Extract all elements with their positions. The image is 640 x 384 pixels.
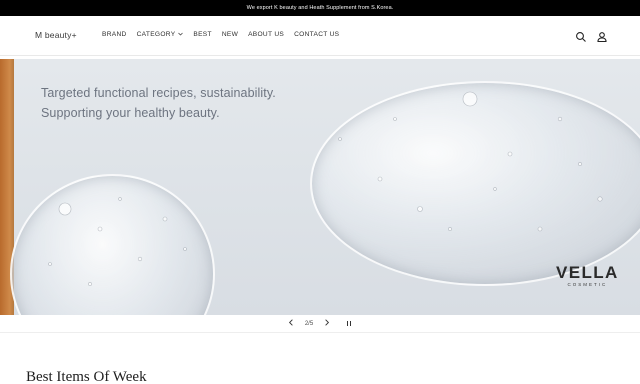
header-icons <box>575 30 608 43</box>
main-nav: BRAND CATEGORY BEST NEW ABOUT US CONTACT… <box>102 31 349 38</box>
hero-banner[interactable]: Targeted functional recipes, sustainabil… <box>0 59 640 315</box>
nav-item-new[interactable]: NEW <box>222 31 238 38</box>
nav-item-label: BRAND <box>102 31 127 38</box>
nav-item-label: CATEGORY <box>136 31 176 38</box>
nav-item-contact-us[interactable]: CONTACT US <box>294 31 339 38</box>
site-logo[interactable]: M beauty+ <box>35 30 77 40</box>
pause-icon[interactable] <box>340 321 358 326</box>
hero-headline-line2: Supporting your healthy beauty. <box>41 106 220 120</box>
brand-name: VELLA <box>556 263 619 282</box>
chevron-down-icon <box>178 32 184 38</box>
nav-item-label: CONTACT US <box>294 31 340 38</box>
hero-headline: Targeted functional recipes, sustainabil… <box>41 83 276 123</box>
chevron-left-icon[interactable] <box>282 319 300 328</box>
chevron-right-icon[interactable] <box>318 319 336 328</box>
nav-item-about-us[interactable]: ABOUT US <box>248 31 284 38</box>
site-header: M beauty+ BRAND CATEGORY BEST NEW ABOUT … <box>0 16 640 56</box>
nav-item-label: ABOUT US <box>248 31 285 38</box>
announcement-bar: We export K beauty and Heath Supplement … <box>0 0 640 16</box>
nav-item-brand[interactable]: BRAND <box>102 31 127 38</box>
nav-item-category[interactable]: CATEGORY <box>137 31 184 38</box>
nav-item-label: NEW <box>221 31 239 38</box>
nav-item-label: BEST <box>193 31 212 38</box>
slideshow-controls: 2/5 <box>0 315 640 333</box>
user-icon[interactable] <box>596 30 608 43</box>
brand-logo: VELLA COSMETIC <box>556 263 619 287</box>
search-icon[interactable] <box>575 30 587 42</box>
hero-headline-line1: Targeted functional recipes, sustainabil… <box>41 86 276 100</box>
section-title: Best Items Of Week <box>26 369 147 384</box>
nav-item-best[interactable]: BEST <box>193 31 211 38</box>
announcement-text: We export K beauty and Heath Supplement … <box>246 5 394 11</box>
slide-counter: 2/5 <box>304 320 314 327</box>
